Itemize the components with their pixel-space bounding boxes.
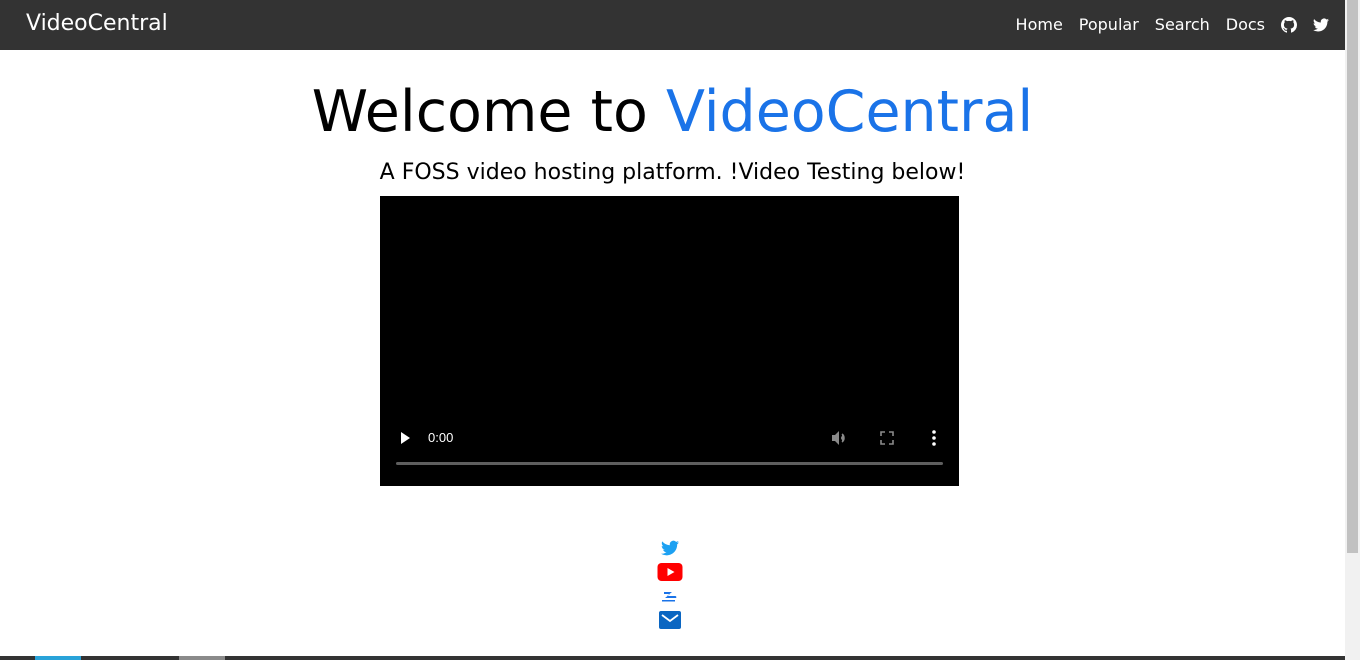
more-options-icon[interactable] [929,428,939,448]
bottom-strip-segment [35,656,81,660]
video-progress-track[interactable] [396,462,943,465]
video-player[interactable]: 0:00 [380,196,959,486]
social-links [656,536,684,632]
nav-search-link[interactable]: Search [1155,15,1210,35]
nav-home-link[interactable]: Home [1016,15,1063,35]
bottom-strip [0,656,1345,660]
nav-links: Home Popular Search Docs [1000,0,1329,50]
main-content: Welcome to VideoCentral A FOSS video hos… [0,50,1345,629]
email-icon[interactable] [656,608,684,632]
fullscreen-icon[interactable] [879,430,895,446]
hero-title-prefix: Welcome to [311,79,666,145]
page-scrollbar[interactable] [1345,0,1360,660]
brand-link[interactable]: VideoCentral [26,10,168,38]
twitter-icon[interactable] [656,536,684,560]
bottom-strip-segment [179,656,225,660]
github-icon[interactable] [1281,17,1297,33]
hero-title: Welcome to VideoCentral [0,50,1345,146]
hero-title-accent: VideoCentral [665,79,1034,145]
navbar: VideoCentral Home Popular Search Docs [0,0,1345,50]
youtube-icon[interactable] [656,560,684,584]
nav-popular-link[interactable]: Popular [1079,15,1139,35]
hero-subtitle: A FOSS video hosting platform. !Video Te… [379,160,966,185]
twitter-icon[interactable] [1313,17,1329,33]
play-icon[interactable] [398,431,412,445]
scrollbar-thumb[interactable] [1347,0,1358,553]
nav-docs-link[interactable]: Docs [1226,15,1265,35]
odysee-icon[interactable] [656,584,684,608]
volume-icon[interactable] [830,429,848,447]
video-time: 0:00 [428,430,454,445]
page: VideoCentral Home Popular Search Docs We… [0,0,1360,660]
